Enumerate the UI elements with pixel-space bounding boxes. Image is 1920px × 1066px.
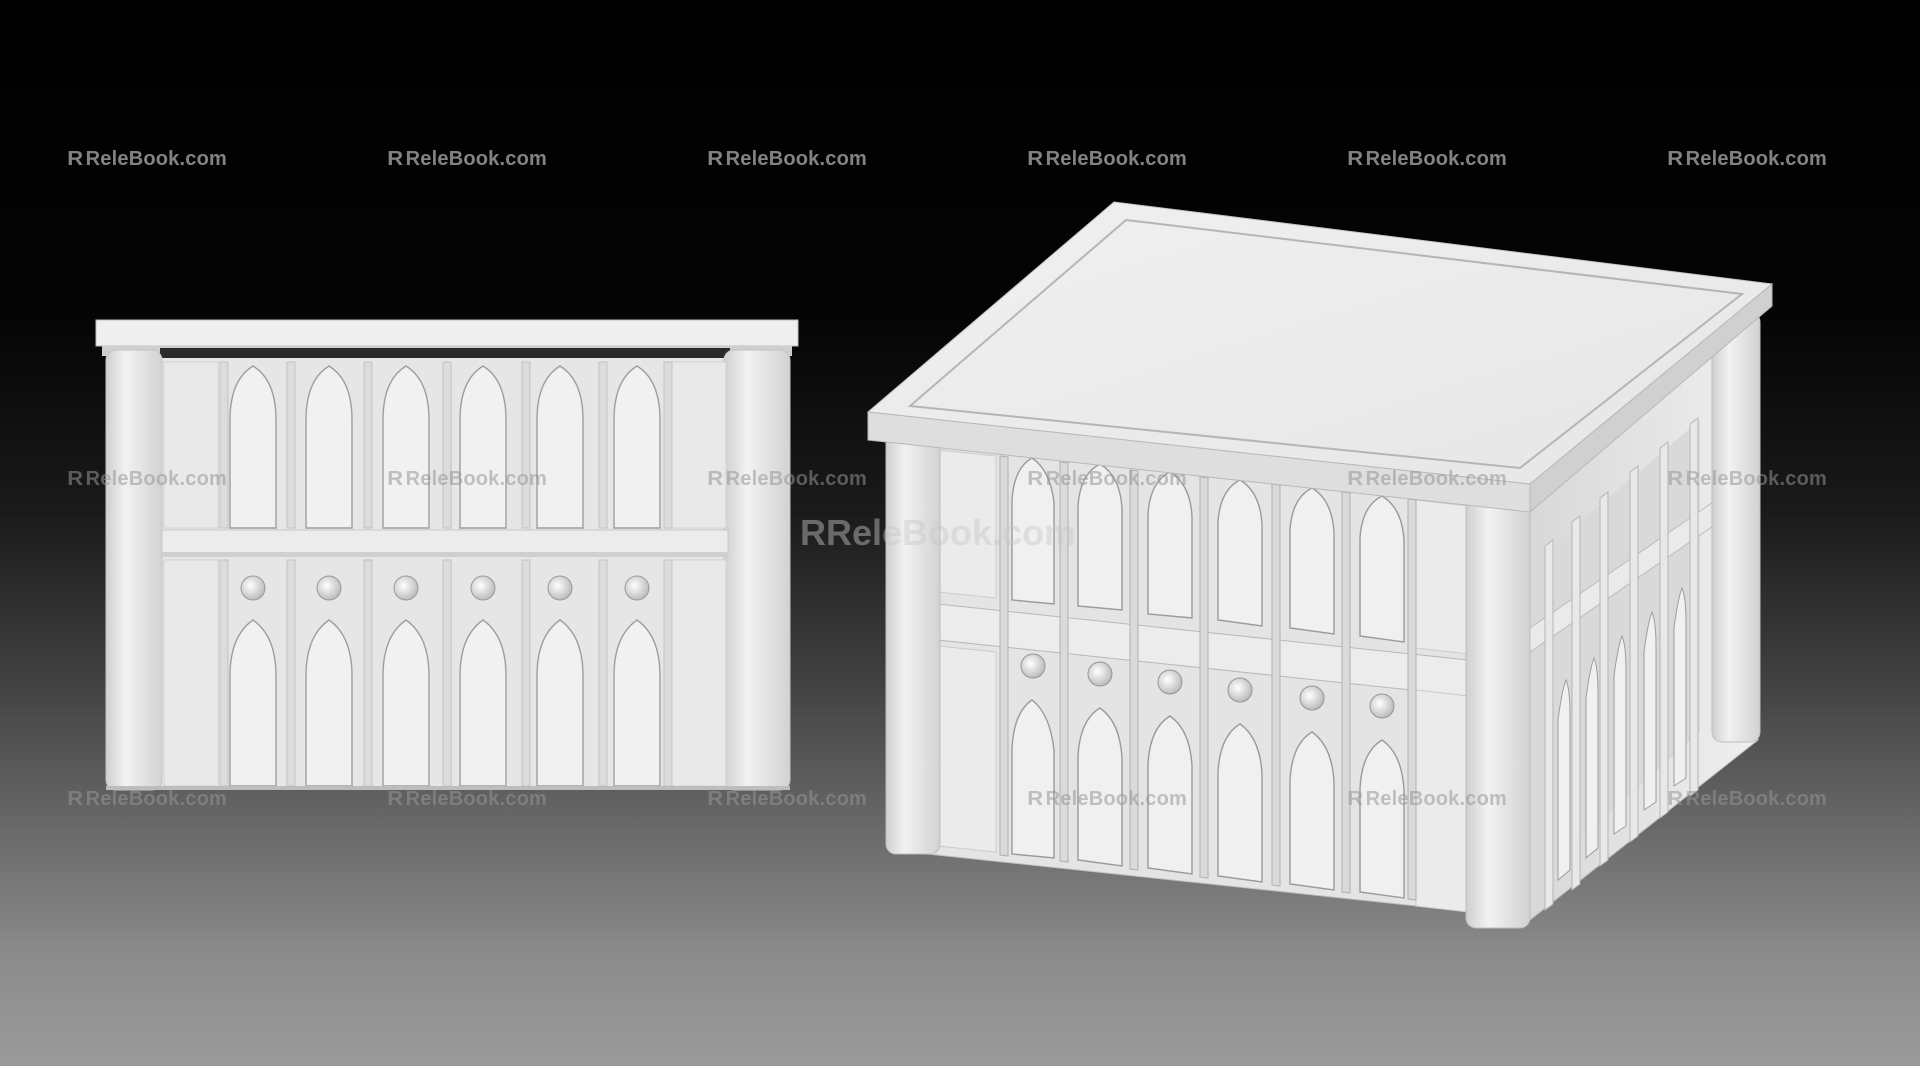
perspective-view-model bbox=[866, 201, 1774, 929]
watermark-center: RReleBook.com bbox=[800, 512, 1077, 553]
front-view-model bbox=[95, 319, 799, 791]
